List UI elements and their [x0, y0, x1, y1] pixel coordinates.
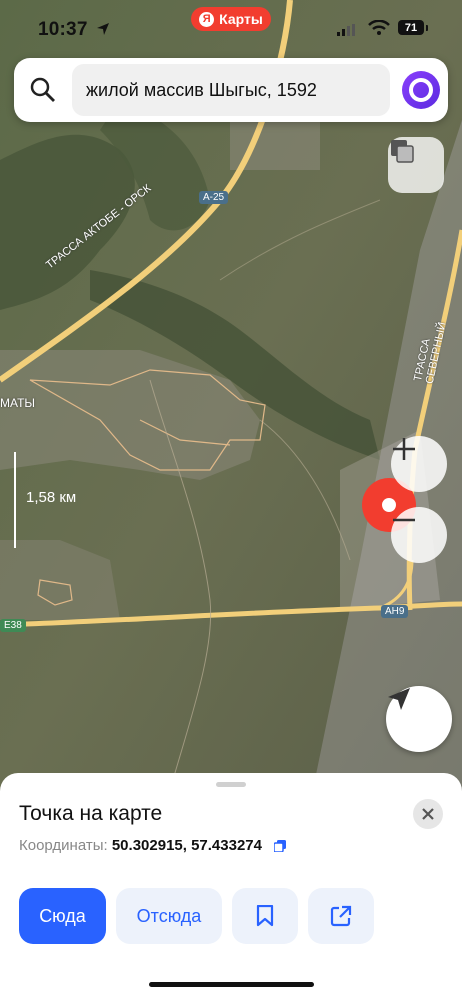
battery-indicator: 71 [398, 20, 428, 35]
status-time: 10:37 [38, 19, 88, 40]
route-here-button[interactable]: Сюда [19, 888, 106, 944]
search-input[interactable]: жилой массив Шыгыс, 1592 [72, 64, 390, 116]
location-arrow-icon [97, 23, 109, 35]
coordinates-value: 50.302915, 57.433274 [111, 837, 262, 854]
share-icon [330, 905, 352, 927]
zoom-out-button[interactable] [391, 507, 447, 563]
cellular-signal-icon [337, 24, 355, 36]
road-sign-a25: А-25 [199, 191, 229, 204]
scale-label: 1,58 км [26, 489, 77, 506]
plus-icon [393, 438, 415, 460]
app-indicator[interactable]: Я Карты [191, 7, 271, 31]
alice-voice-button[interactable] [402, 71, 440, 109]
layers-button[interactable] [388, 137, 444, 193]
copy-icon[interactable] [274, 840, 287, 853]
coordinates-row: Координаты: 50.302915, 57.433274 [19, 837, 287, 854]
wifi-icon [368, 20, 390, 35]
bookmark-button[interactable] [232, 888, 298, 944]
search-icon[interactable] [30, 77, 56, 103]
road-sign-ah9: АН9 [381, 605, 409, 618]
status-bar: 10:37 Я Карты 71 [0, 0, 462, 58]
route-from-button[interactable]: Отсюда [116, 888, 222, 944]
place-title: Точка на карте [19, 802, 163, 825]
app-name: Карты [219, 11, 263, 27]
search-bar[interactable]: жилой массив Шыгыс, 1592 [14, 58, 448, 122]
zoom-in-button[interactable] [391, 436, 447, 492]
city-label: МАТЫ [0, 396, 36, 410]
share-button[interactable] [308, 888, 374, 944]
layers-icon [391, 140, 414, 163]
sheet-grabber[interactable] [216, 782, 246, 787]
road-sign-e38: E38 [0, 619, 26, 632]
coordinates-label: Координаты: [19, 837, 108, 854]
close-icon [422, 808, 434, 820]
bookmark-icon [256, 905, 274, 927]
search-query: жилой массив Шыгыс, 1592 [86, 80, 317, 100]
navigation-arrow-icon [388, 688, 410, 710]
yandex-logo: Я [199, 11, 215, 27]
scale-bar [14, 452, 16, 548]
my-location-button[interactable] [386, 686, 452, 752]
place-card[interactable]: Точка на карте Координаты: 50.302915, 57… [0, 773, 462, 999]
alice-icon [409, 78, 433, 102]
minus-icon [393, 518, 415, 522]
close-button[interactable] [413, 799, 443, 829]
home-indicator [149, 982, 314, 987]
